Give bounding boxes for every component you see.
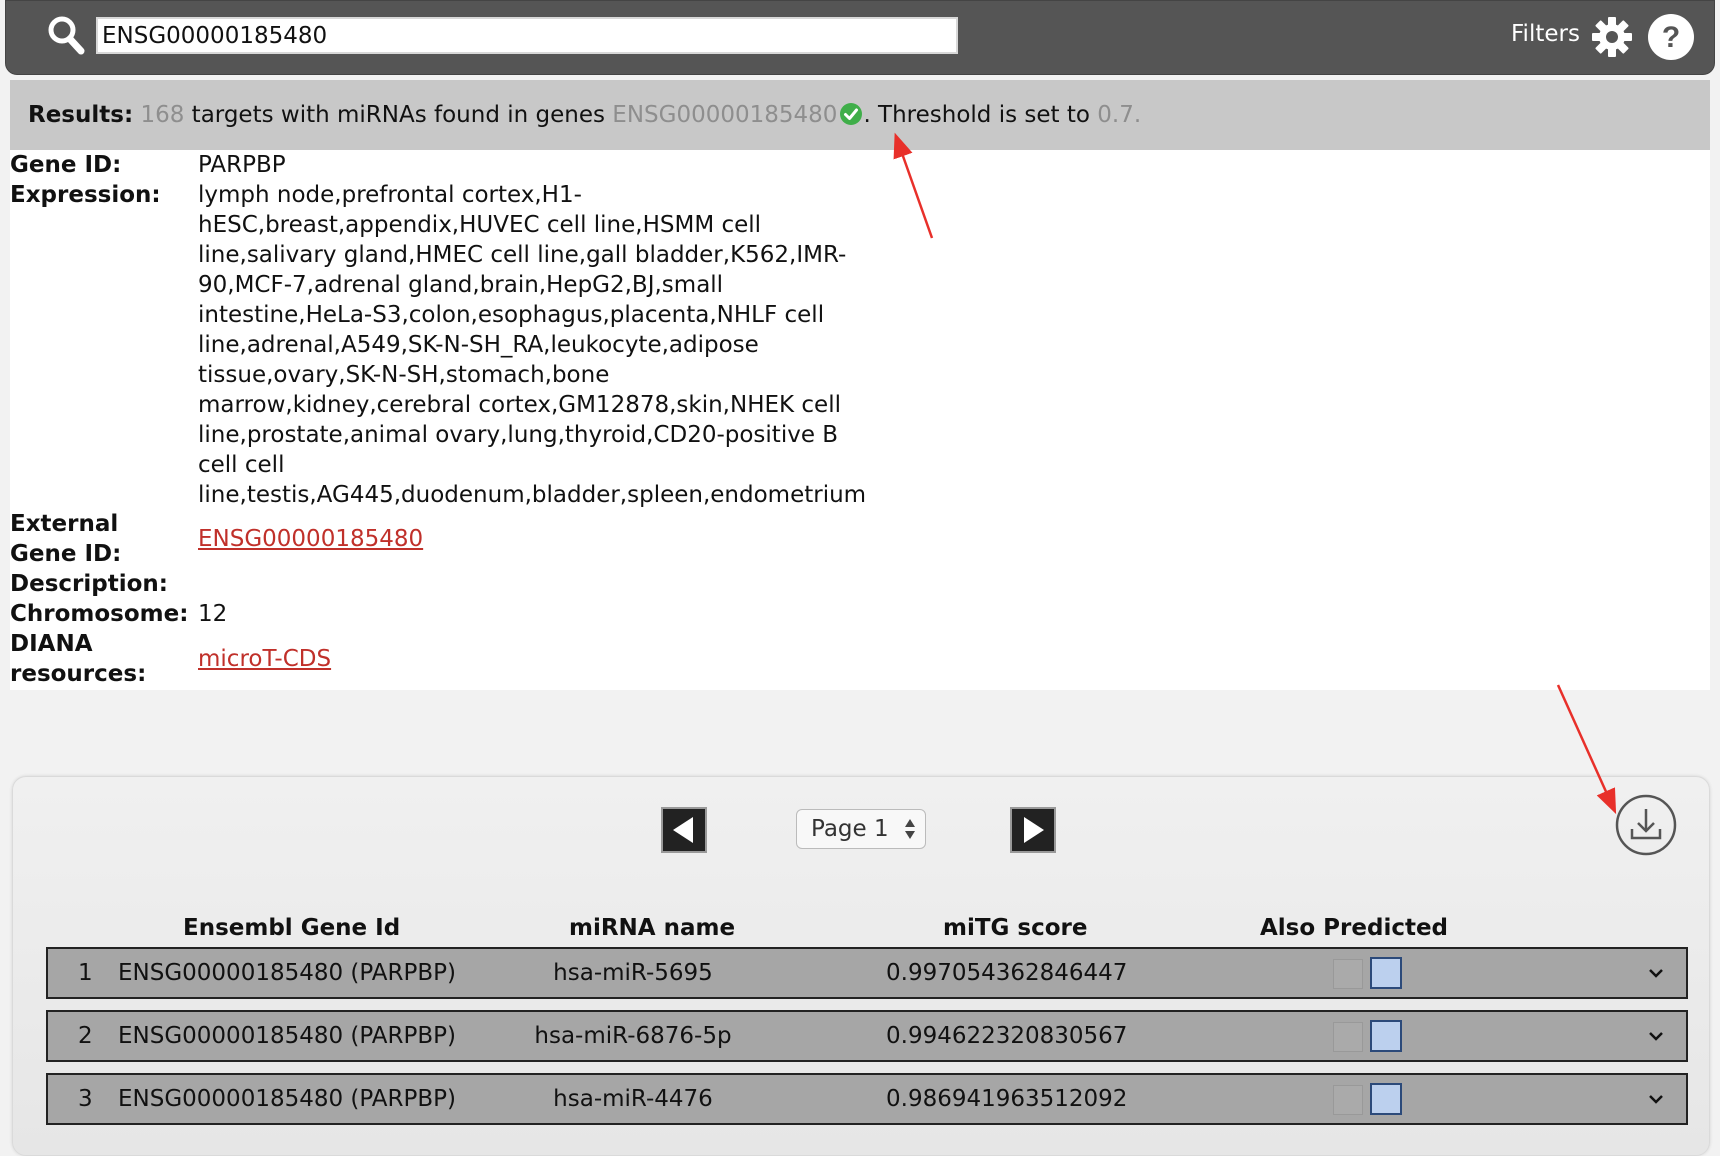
expression-line: 90,MCF-7,adrenal gland,brain,HepG2,BJ,sm…: [198, 272, 724, 298]
expression-line: lymph node,prefrontal cortex,H1-: [198, 182, 582, 208]
select-arrows-icon: [903, 816, 917, 854]
results-gene-query: ENSG00000185480: [612, 102, 838, 128]
top-search-bar: Filters ?: [5, 0, 1715, 75]
results-table-panel: Page 1 Ensembl Gene Id miRNA name miTG s…: [12, 776, 1710, 1156]
next-page-button[interactable]: [1010, 807, 1056, 853]
expression-value: lymph node,prefrontal cortex,H1- hESC,br…: [198, 180, 918, 510]
row-gene-id: ENSG00000185480 (PARPBP): [118, 1023, 457, 1049]
description-label: Description:: [10, 571, 168, 597]
column-header-mitg-score[interactable]: miTG score: [943, 915, 1088, 941]
expression-label: Expression:: [10, 182, 161, 208]
filters-label[interactable]: Filters: [1511, 21, 1580, 47]
expression-line: marrow,kidney,cerebral cortex,GM12878,sk…: [198, 392, 841, 418]
diana-resources-label: DIANA resources:: [10, 629, 195, 689]
row-number: 1: [78, 960, 93, 986]
expression-line: cell cell: [198, 452, 285, 478]
results-count: 168: [140, 102, 185, 128]
page-select[interactable]: Page 1: [796, 809, 926, 849]
microt-cds-link[interactable]: microT-CDS: [198, 646, 331, 672]
prev-page-button[interactable]: [661, 807, 707, 853]
expression-line: line,testis,AG445,duodenum,bladder,splee…: [198, 482, 867, 508]
external-gene-id-value: ENSG00000185480: [198, 524, 918, 554]
results-label: Results:: [28, 102, 134, 128]
chromosome-value: 12: [198, 601, 228, 627]
diana-resources-label-line: resources:: [10, 661, 147, 687]
row-mitg-score: 0.986941963512092: [886, 1086, 1128, 1112]
expression-line: intestine,HeLa-S3,colon,esophagus,placen…: [198, 302, 825, 328]
row-number: 2: [78, 1023, 93, 1049]
also-predicted-grey-box: [1333, 1022, 1363, 1052]
row-mitg-score: 0.997054362846447: [886, 960, 1128, 986]
expression-line: tissue,ovary,SK-N-SH,stomach,bone: [198, 362, 610, 388]
external-gene-id-link[interactable]: ENSG00000185480: [198, 526, 423, 552]
check-icon: [839, 84, 863, 154]
expression-line: line,prostate,animal ovary,lung,thyroid,…: [198, 422, 839, 448]
external-gene-id-label-line: External: [10, 511, 119, 537]
diana-resources-label-line: DIANA: [10, 631, 93, 657]
chevron-down-icon[interactable]: [1641, 951, 1671, 1012]
chevron-down-icon[interactable]: [1641, 1014, 1671, 1075]
svg-text:?: ?: [1662, 21, 1680, 54]
gear-icon[interactable]: [1591, 16, 1633, 62]
row-mirna-name: hsa-miR-5695: [553, 960, 713, 986]
also-predicted-blue-box[interactable]: [1370, 957, 1402, 989]
table-row[interactable]: 1 ENSG00000185480 (PARPBP) hsa-miR-5695 …: [46, 947, 1688, 999]
gene-info-panel: Gene ID: PARPBP Expression: lymph node,p…: [10, 150, 1710, 690]
table-row[interactable]: 3 ENSG00000185480 (PARPBP) hsa-miR-4476 …: [46, 1073, 1688, 1125]
row-gene-id: ENSG00000185480 (PARPBP): [118, 1086, 457, 1112]
expression-line: hESC,breast,appendix,HUVEC cell line,HSM…: [198, 212, 762, 238]
expression-line: line,adrenal,A549,SK-N-SH_RA,leukocyte,a…: [198, 332, 759, 358]
table-row[interactable]: 2 ENSG00000185480 (PARPBP) hsa-miR-6876-…: [46, 1010, 1688, 1062]
download-icon: [1615, 794, 1677, 856]
gene-id-value: PARPBP: [198, 152, 286, 178]
results-summary-bar: Results: 168 targets with miRNAs found i…: [10, 80, 1710, 150]
results-text-targets: targets with miRNAs found in genes: [184, 102, 613, 128]
download-button[interactable]: [1614, 793, 1678, 861]
also-predicted-grey-box: [1333, 1085, 1363, 1115]
diana-resources-value: microT-CDS: [198, 644, 918, 674]
gene-id-label: Gene ID:: [10, 152, 122, 178]
row-mitg-score: 0.994622320830567: [886, 1023, 1128, 1049]
search-input[interactable]: [96, 17, 958, 54]
page-select-value: Page 1: [811, 816, 889, 842]
row-mirna-name: hsa-miR-4476: [553, 1086, 713, 1112]
column-header-gene-id[interactable]: Ensembl Gene Id: [183, 915, 400, 941]
chromosome-label: Chromosome:: [10, 601, 189, 627]
help-icon[interactable]: ?: [1646, 12, 1696, 66]
external-gene-id-label-line: Gene ID:: [10, 541, 122, 567]
row-mirna-name: hsa-miR-6876-5p: [534, 1023, 732, 1049]
next-arrow-icon: [1024, 817, 1044, 843]
chevron-down-icon[interactable]: [1641, 1077, 1671, 1138]
column-header-mirna-name[interactable]: miRNA name: [569, 915, 735, 941]
search-icon[interactable]: [46, 14, 86, 60]
results-text-threshold: . Threshold is set to: [863, 102, 1098, 128]
row-number: 3: [78, 1086, 93, 1112]
column-header-also-predicted[interactable]: Also Predicted: [1260, 915, 1448, 941]
external-gene-id-label: External Gene ID:: [10, 509, 195, 569]
also-predicted-blue-box[interactable]: [1370, 1083, 1402, 1115]
prev-arrow-icon: [673, 817, 693, 843]
also-predicted-grey-box: [1333, 959, 1363, 989]
row-gene-id: ENSG00000185480 (PARPBP): [118, 960, 457, 986]
results-threshold-value: 0.7.: [1097, 102, 1142, 128]
also-predicted-blue-box[interactable]: [1370, 1020, 1402, 1052]
expression-line: line,salivary gland,HMEC cell line,gall …: [198, 242, 847, 268]
